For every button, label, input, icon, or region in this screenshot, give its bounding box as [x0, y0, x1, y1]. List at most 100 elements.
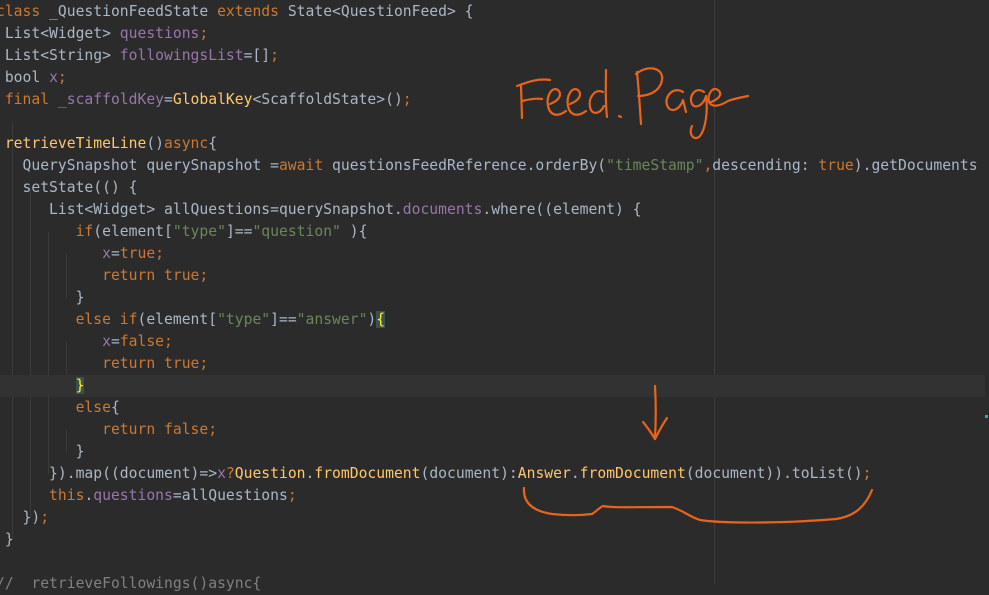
- code-token-plain: bool: [0, 69, 50, 86]
- code-token-kw: ,: [703, 157, 713, 174]
- code-token-plain: {: [208, 135, 218, 152]
- code-token-brace: }: [75, 377, 85, 394]
- code-token-kw: false;: [119, 333, 173, 350]
- code-token-kw: class: [0, 3, 41, 20]
- code-line[interactable]: else if(element["type"]=="answer"){: [0, 309, 985, 331]
- code-token-plain: QuerySnapshot querySnapshot =: [0, 157, 279, 174]
- text-caret-marker: [985, 415, 988, 418]
- code-token-plain: State<QuestionFeed> {: [278, 3, 474, 20]
- code-token-kw: ;: [40, 509, 50, 526]
- code-line[interactable]: QuerySnapshot querySnapshot =await quest…: [0, 155, 985, 177]
- code-line[interactable]: List<Widget> allQuestions=querySnapshot.…: [0, 199, 985, 221]
- code-token-plain: descending:: [712, 157, 819, 174]
- code-token-plain: ]==: [225, 223, 253, 240]
- code-token-kw: ;: [402, 91, 412, 108]
- code-token-plain: }).map((document)=>: [0, 465, 218, 482]
- code-token-plain: =: [110, 333, 120, 350]
- code-token-plain: ){: [340, 223, 368, 240]
- code-line[interactable]: return true;: [0, 353, 985, 375]
- code-token-plain: }: [0, 289, 85, 306]
- code-token-field: x: [217, 465, 226, 482]
- code-token-kw: ;: [57, 69, 67, 86]
- code-token-plain: (element[: [93, 223, 173, 240]
- code-token-field: documents: [402, 201, 483, 218]
- code-token-plain: .where((element) {: [482, 201, 642, 218]
- code-token-kw: this: [0, 487, 85, 504]
- code-token-kw: async: [164, 135, 209, 152]
- code-line[interactable]: List<Widget> questions;: [0, 23, 985, 45]
- code-token-plain: =: [164, 91, 173, 108]
- code-token-field: x: [49, 69, 58, 86]
- code-token-plain: setState(() {: [0, 179, 138, 196]
- code-line[interactable]: }: [0, 529, 985, 551]
- code-token-kw: if: [0, 223, 94, 240]
- code-token-kw: else if: [0, 311, 138, 328]
- code-token-brace: {: [376, 311, 386, 328]
- code-token-kw: ;: [862, 465, 872, 482]
- code-token-kw: extends: [217, 3, 279, 20]
- code-line[interactable]: setState(() {: [0, 177, 985, 199]
- code-line[interactable]: x=false;: [0, 331, 985, 353]
- code-line[interactable]: }).map((document)=>x?Question.fromDocume…: [0, 463, 985, 485]
- code-line[interactable]: bool x;: [0, 67, 985, 89]
- code-token-kw: final: [0, 91, 58, 108]
- code-token-fn: fromDocument: [579, 465, 686, 482]
- code-line[interactable]: [0, 551, 985, 573]
- code-line[interactable]: });: [0, 507, 985, 529]
- code-token-field: _scaffoldKey: [57, 91, 165, 108]
- code-line[interactable]: retrieveTimeLine()async{: [0, 133, 985, 155]
- code-token-plain: List<Widget>: [0, 25, 120, 42]
- code-line[interactable]: else{: [0, 397, 985, 419]
- code-token-kw: ;: [287, 487, 297, 504]
- code-line[interactable]: }: [0, 375, 985, 397]
- code-line[interactable]: x=true;: [0, 243, 985, 265]
- code-token-kw: return true;: [0, 267, 209, 284]
- code-line[interactable]: List<String> followingsList=[];: [0, 45, 985, 67]
- code-token-fn: fromDocument: [314, 465, 421, 482]
- code-token-plain: (document):: [420, 465, 518, 482]
- code-token-plain: .: [84, 487, 94, 504]
- code-token-kw: return false;: [0, 421, 218, 438]
- code-token-plain: questionsFeedReference.orderBy(: [323, 157, 607, 174]
- code-token-plain: List<String>: [0, 47, 120, 64]
- code-line[interactable]: final _scaffoldKey=GlobalKey<ScaffoldSta…: [0, 89, 985, 111]
- code-token-kw: true: [818, 157, 854, 174]
- code-token-str: "type": [172, 223, 226, 240]
- code-line[interactable]: }: [0, 441, 985, 463]
- code-token-field: questions: [93, 487, 173, 504]
- code-line[interactable]: }: [0, 287, 985, 309]
- code-token-field: x: [0, 333, 111, 350]
- code-token-kw: ;: [270, 47, 279, 64]
- code-line[interactable]: return false;: [0, 419, 985, 441]
- code-line[interactable]: // retrieveFollowings()async{: [0, 573, 985, 595]
- code-token-fn: Question: [234, 465, 306, 482]
- code-line[interactable]: return true;: [0, 265, 985, 287]
- code-token-plain: =: [110, 245, 120, 262]
- code-token-fn: GlobalKey: [172, 91, 253, 108]
- code-token-plain: =[]: [243, 47, 271, 64]
- code-token-plain: ).getDocuments: [853, 157, 978, 174]
- code-line[interactable]: [0, 111, 985, 133]
- code-line[interactable]: this.questions=allQuestions;: [0, 485, 985, 507]
- code-editor[interactable]: class _QuestionFeedState extends State<Q…: [0, 0, 989, 592]
- code-token-field: followingsList: [119, 47, 244, 64]
- code-token-plain: (document)).toList(): [685, 465, 863, 482]
- code-token-plain: }: [0, 443, 85, 460]
- code-token-plain: (element[: [137, 311, 218, 328]
- code-token-kw: await: [278, 157, 324, 174]
- code-token-str: "timeStamp": [606, 157, 704, 174]
- code-token-str: "type": [217, 311, 271, 328]
- code-token-plain: =allQuestions: [172, 487, 288, 504]
- code-token-plain: }): [0, 509, 41, 526]
- code-line[interactable]: class _QuestionFeedState extends State<Q…: [0, 1, 985, 23]
- code-token-plain: .: [570, 465, 580, 482]
- code-token-fn: Answer: [517, 465, 571, 482]
- code-token-plain: _QuestionFeedState: [40, 3, 218, 20]
- code-token-plain: ]==: [270, 311, 297, 328]
- code-token-plain: {: [110, 399, 120, 416]
- code-line[interactable]: if(element["type"]=="question" ){: [0, 221, 985, 243]
- code-token-plain: ): [367, 311, 377, 328]
- code-token-kw: ?: [225, 465, 235, 482]
- code-token-kw: return true;: [0, 355, 209, 372]
